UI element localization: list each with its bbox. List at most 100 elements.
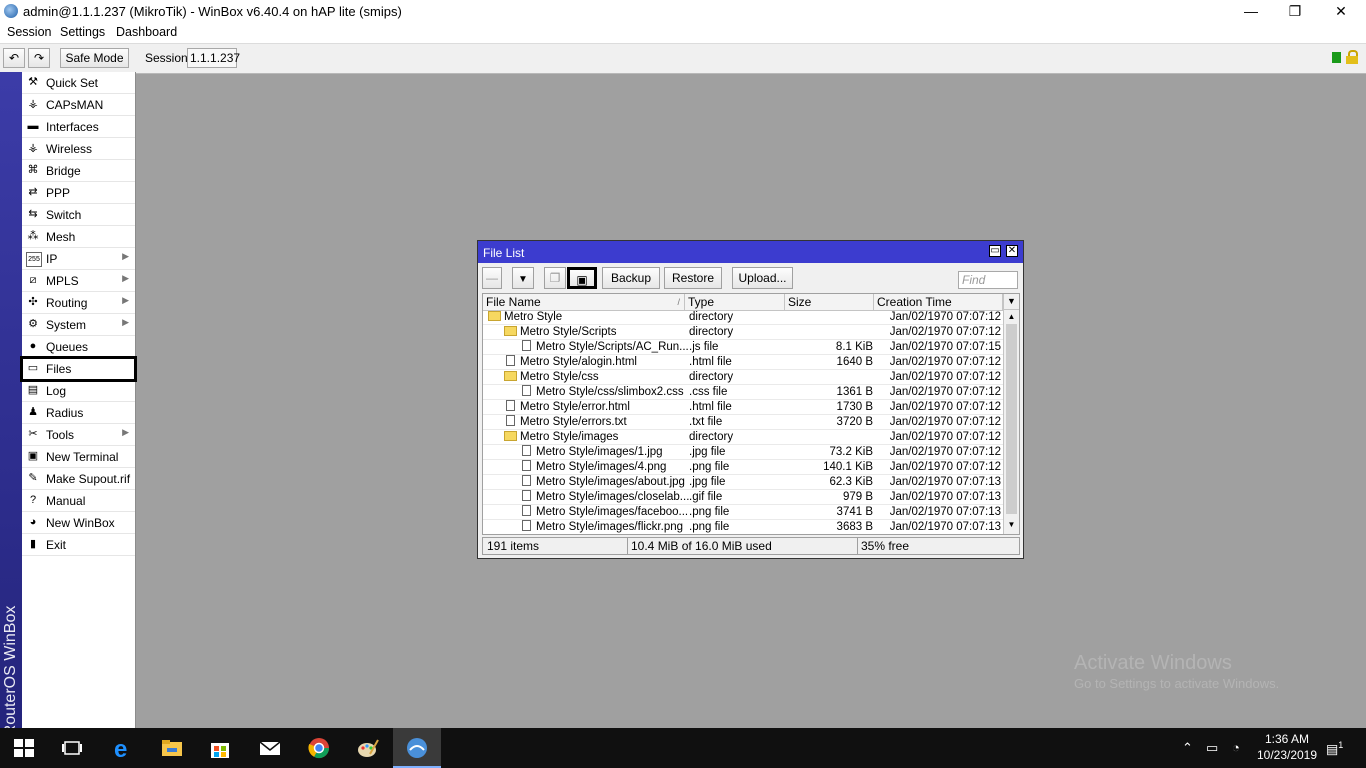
table-row[interactable]: Metro Style/css/slimbox2.css .css file 136…: [483, 385, 1003, 400]
close-window-button[interactable]: ✕: [1006, 245, 1018, 257]
mail-icon[interactable]: [258, 736, 282, 760]
sidebar-item-label: Radius: [46, 406, 84, 420]
sidebar-item-quick-set[interactable]: ⚒ Quick Set: [22, 72, 135, 94]
session-field[interactable]: 1.1.1.237: [187, 48, 240, 68]
find-input[interactable]: Find: [958, 271, 1018, 289]
table-row[interactable]: Metro Style/error.html .html file 1730 B Ja…: [483, 400, 1003, 415]
paint-icon[interactable]: [356, 736, 380, 760]
sidebar-item-queues[interactable]: ● Queues: [22, 336, 135, 358]
sidebar-item-files[interactable]: ▭ Files: [20, 356, 137, 382]
windows-start-icon[interactable]: [12, 736, 36, 760]
file-explorer-icon[interactable]: [160, 736, 184, 760]
table-row[interactable]: Metro Style directory Jan/02/1970 07:07:12: [483, 310, 1003, 325]
sidebar-item-label: Bridge: [46, 164, 81, 178]
quickset-icon: ⚒: [28, 76, 38, 88]
scroll-up-arrow[interactable]: ▲: [1004, 310, 1019, 324]
vertical-scrollbar[interactable]: ▼ ▲ ▼: [1003, 294, 1019, 534]
table-row[interactable]: Metro Style/alogin.html .html file 1640 B J…: [483, 355, 1003, 370]
sidebar-item-routing[interactable]: ✣ Routing ▶: [22, 292, 135, 314]
table-row[interactable]: Metro Style/images/flickr.png .png file 36…: [483, 520, 1003, 534]
backup-button[interactable]: Backup: [602, 267, 660, 289]
sidebar-item-mpls[interactable]: ⧄ MPLS ▶: [22, 270, 135, 292]
sidebar-item-switch[interactable]: ⇆ Switch: [22, 204, 135, 226]
sidebar-item-manual[interactable]: ? Manual: [22, 490, 135, 512]
system-clock[interactable]: 1:36 AM 10/23/2019: [1252, 732, 1322, 762]
sidebar-item-interfaces[interactable]: ▬ Interfaces: [22, 116, 135, 138]
redo-button[interactable]: ↷: [28, 48, 50, 68]
chrome-icon[interactable]: [307, 736, 331, 760]
svg-text:e: e: [114, 736, 127, 760]
scroll-down-arrow[interactable]: ▼: [1004, 518, 1019, 532]
table-row[interactable]: Metro Style/images/about.jpg .jpg file 62.…: [483, 475, 1003, 490]
sidebar-item-radius[interactable]: ♟ Radius: [22, 402, 135, 424]
table-row[interactable]: Metro Style/css directory Jan/02/1970 07:0…: [483, 370, 1003, 385]
table-row[interactable]: Metro Style/images/1.jpg .jpg file 73.2 Ki…: [483, 445, 1003, 460]
sidebar-item-bridge[interactable]: ⌘ Bridge: [22, 160, 135, 182]
close-button[interactable]: ✕: [1318, 0, 1364, 24]
upload-button[interactable]: Upload...: [732, 267, 793, 289]
wifi-icon[interactable]: ◔: [1232, 740, 1240, 755]
column-chooser-button[interactable]: ▼: [1004, 294, 1019, 310]
store-icon[interactable]: [208, 736, 232, 760]
sidebar-item-ppp[interactable]: ⇄ PPP: [22, 182, 135, 204]
file-list-titlebar[interactable]: File List ▭ ✕: [478, 241, 1023, 263]
table-row[interactable]: Metro Style/Scripts/AC_Run... .js file 8.1…: [483, 340, 1003, 355]
undo-icon: ↶: [8, 51, 20, 65]
sidebar-item-ip[interactable]: 255 IP ▶: [22, 248, 135, 270]
table-row[interactable]: Metro Style/Scripts directory Jan/02/1970 …: [483, 325, 1003, 340]
sidebar-item-label: MPLS: [46, 274, 79, 288]
sidebar-item-capsman[interactable]: ⚶ CAPsMAN: [22, 94, 135, 116]
sidebar-item-system[interactable]: ⚙ System ▶: [22, 314, 135, 336]
menu-settings[interactable]: Settings: [60, 25, 105, 39]
file-list-window[interactable]: File List ▭ ✕ — ▼ ❐ ▣ Backup Restore Upl…: [477, 240, 1024, 559]
chevron-up-icon[interactable]: ⌃: [1182, 740, 1193, 756]
file-type-cell: .css file: [689, 386, 728, 398]
maximize-button[interactable]: ❐: [1272, 0, 1318, 24]
scroll-thumb[interactable]: [1006, 324, 1017, 514]
creation-time-cell: Jan/02/1970 07:07:15: [889, 341, 1001, 353]
restore-window-button[interactable]: ▭: [989, 245, 1001, 257]
column-file-name[interactable]: File Name /: [483, 294, 685, 310]
table-row[interactable]: Metro Style/errors.txt .txt file 3720 B Jan…: [483, 415, 1003, 430]
task-view-icon[interactable]: [60, 736, 84, 760]
sidebar-item-new-winbox[interactable]: ◕ New WinBox: [22, 512, 135, 534]
antenna-icon: ⚶: [28, 98, 38, 110]
table-row[interactable]: Metro Style/images/closelab... .gif file 9…: [483, 490, 1003, 505]
session-label: Session:: [145, 51, 192, 65]
file-icon: [506, 355, 515, 366]
sidebar-item-new-terminal[interactable]: ▣ New Terminal: [22, 446, 135, 468]
table-row[interactable]: Metro Style/images/faceboo... .png file 37…: [483, 505, 1003, 520]
folder-icon: [488, 311, 501, 321]
table-row[interactable]: Metro Style/images/4.png .png file 140.1 K…: [483, 460, 1003, 475]
sidebar-item-log[interactable]: ▤ Log: [22, 380, 135, 402]
file-name-cell: Metro Style/Scripts/AC_Run...: [483, 340, 722, 354]
copy-button[interactable]: ❐: [544, 267, 566, 289]
notification-icon[interactable]: ▤1: [1326, 740, 1343, 757]
sidebar-item-label: Exit: [46, 538, 67, 552]
filter-button[interactable]: ▼: [512, 267, 534, 289]
sidebar-item-tools[interactable]: ✂ Tools ▶: [22, 424, 135, 446]
table-row[interactable]: Metro Style/images directory Jan/02/1970 0…: [483, 430, 1003, 445]
column-size[interactable]: Size: [785, 294, 874, 310]
sidebar-item-exit[interactable]: ▮ Exit: [22, 534, 135, 556]
file-name-text: Metro Style/images/flickr.png: [536, 521, 684, 533]
minimize-button[interactable]: —: [1228, 0, 1274, 24]
remove-button[interactable]: —: [482, 267, 502, 289]
sidebar-item-wireless[interactable]: ⚶ Wireless: [22, 138, 135, 160]
undo-button[interactable]: ↶: [3, 48, 25, 68]
edge-browser-icon[interactable]: e: [111, 736, 135, 760]
column-creation-time[interactable]: Creation Time: [874, 294, 1003, 310]
creation-time-cell: Jan/02/1970 07:07:12: [889, 371, 1001, 383]
sidebar-item-mesh[interactable]: ⁂ Mesh: [22, 226, 135, 248]
paste-button[interactable]: ▣: [567, 267, 597, 289]
column-type[interactable]: Type: [685, 294, 785, 310]
menu-session[interactable]: Session: [7, 25, 51, 39]
safe-mode-button[interactable]: Safe Mode: [60, 48, 129, 68]
menu-dashboard[interactable]: Dashboard: [116, 25, 177, 39]
creation-time-cell: Jan/02/1970 07:07:12: [889, 311, 1001, 323]
sidebar-item-make-supout-rif[interactable]: ✎ Make Supout.rif: [22, 468, 135, 490]
terminal-icon: ▣: [27, 450, 39, 462]
file-type-cell: .html file: [689, 401, 732, 413]
battery-icon[interactable]: ▭: [1206, 740, 1218, 756]
restore-button[interactable]: Restore: [664, 267, 722, 289]
